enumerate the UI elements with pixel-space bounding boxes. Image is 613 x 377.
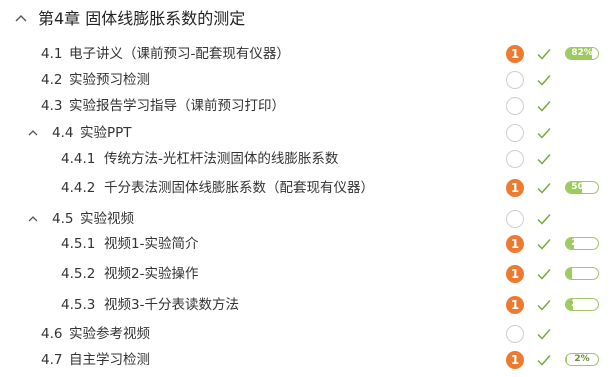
progress-percent: 26% (571, 238, 593, 248)
section-title[interactable]: 实验预习检测 (69, 71, 150, 89)
section-title[interactable]: 视频1-实验简介 (104, 235, 198, 253)
chapter-title: 第4章 固体线膨胀系数的测定 (38, 9, 246, 28)
section-title[interactable]: 实验报告学习指导（课前预习打印） (69, 97, 285, 115)
section-row-4-6[interactable]: 4.6 实验参考视频 (0, 321, 613, 347)
section-title[interactable]: 视频3-千分表读数方法 (104, 296, 239, 314)
section-number: 4.5 (52, 211, 74, 227)
check-icon (537, 355, 551, 366)
unread-count-badge: 1 (506, 296, 524, 314)
chapter-header[interactable]: 第4章 固体线膨胀系数的测定 (0, 0, 613, 38)
unread-count-badge: 1 (506, 351, 524, 369)
section-row-4-5-2[interactable]: 4.5.2 视频2-实验操作 1 20% (0, 261, 613, 287)
section-number: 4.2 (41, 72, 63, 88)
section-number: 4.3 (41, 98, 63, 114)
chevron-up-icon[interactable] (27, 213, 39, 225)
section-number: 4.7 (41, 352, 63, 368)
check-icon (537, 300, 551, 311)
check-icon (537, 183, 551, 194)
unread-count-badge: 1 (506, 179, 524, 197)
check-icon (537, 239, 551, 250)
progress-percent: 20% (571, 268, 593, 278)
section-number: 4.4 (52, 125, 74, 141)
section-title[interactable]: 自主学习检测 (69, 351, 150, 369)
section-row-4-4-1[interactable]: 4.4.1 传统方法-光杠杆法测固体的线膨胀系数 (0, 146, 613, 172)
section-row-4-4[interactable]: 4.4 实验PPT (0, 120, 613, 146)
section-row-4-2[interactable]: 4.2 实验预习检测 (0, 67, 613, 93)
section-number: 4.6 (41, 326, 63, 342)
unread-count-badge: 1 (506, 235, 524, 253)
check-icon (537, 329, 551, 340)
status-empty-circle-icon (506, 97, 524, 115)
status-empty-circle-icon (506, 124, 524, 142)
section-row-4-5-3[interactable]: 4.5.3 视频3-千分表读数方法 1 23% (0, 292, 613, 318)
status-empty-circle-icon (506, 150, 524, 168)
progress-bar: 82% (565, 47, 599, 60)
chevron-up-icon[interactable] (14, 12, 28, 26)
progress-bar: 26% (565, 237, 599, 250)
progress-bar: 20% (565, 267, 599, 280)
section-title[interactable]: 视频2-实验操作 (104, 265, 198, 283)
status-empty-circle-icon (506, 71, 524, 89)
progress-percent: 2% (574, 354, 590, 364)
section-row-4-3[interactable]: 4.3 实验报告学习指导（课前预习打印） (0, 93, 613, 119)
status-empty-circle-icon (506, 210, 524, 228)
section-number: 4.4.1 (61, 151, 96, 167)
check-icon (537, 154, 551, 165)
unread-count-badge: 1 (506, 265, 524, 283)
check-icon (537, 75, 551, 86)
section-title[interactable]: 电子讲义（课前预习-配套现有仪器） (69, 45, 290, 63)
section-number: 4.5.2 (61, 266, 96, 282)
section-row-4-5-1[interactable]: 4.5.1 视频1-实验简介 1 26% (0, 231, 613, 257)
section-title[interactable]: 实验参考视频 (69, 325, 150, 343)
chevron-up-icon[interactable] (27, 127, 39, 139)
progress-percent: 50% (571, 182, 593, 192)
section-number: 4.5.3 (61, 297, 96, 313)
progress-bar: 50% (565, 181, 599, 194)
section-row-4-7[interactable]: 4.7 自主学习检测 1 2% (0, 347, 613, 373)
section-row-4-4-2[interactable]: 4.4.2 千分表法测固体线膨胀系数（配套现有仪器） 1 50% (0, 175, 613, 201)
check-icon (537, 214, 551, 225)
check-icon (537, 49, 551, 60)
progress-percent: 23% (571, 299, 593, 309)
status-empty-circle-icon (506, 325, 524, 343)
check-icon (537, 128, 551, 139)
check-icon (537, 269, 551, 280)
progress-bar: 23% (565, 298, 599, 311)
section-number: 4.5.1 (61, 236, 96, 252)
section-title[interactable]: 实验视频 (80, 210, 134, 228)
section-title[interactable]: 千分表法测固体线膨胀系数（配套现有仪器） (104, 179, 374, 197)
section-title[interactable]: 实验PPT (80, 124, 132, 142)
section-title[interactable]: 传统方法-光杠杆法测固体的线膨胀系数 (104, 150, 338, 168)
section-row-4-1[interactable]: 4.1 电子讲义（课前预习-配套现有仪器） 1 82% (0, 41, 613, 67)
progress-bar: 2% (565, 353, 599, 366)
check-icon (537, 101, 551, 112)
unread-count-badge: 1 (506, 45, 524, 63)
section-row-4-5[interactable]: 4.5 实验视频 (0, 206, 613, 232)
section-number: 4.4.2 (61, 180, 96, 196)
progress-percent: 82% (571, 48, 593, 58)
section-number: 4.1 (41, 46, 63, 62)
